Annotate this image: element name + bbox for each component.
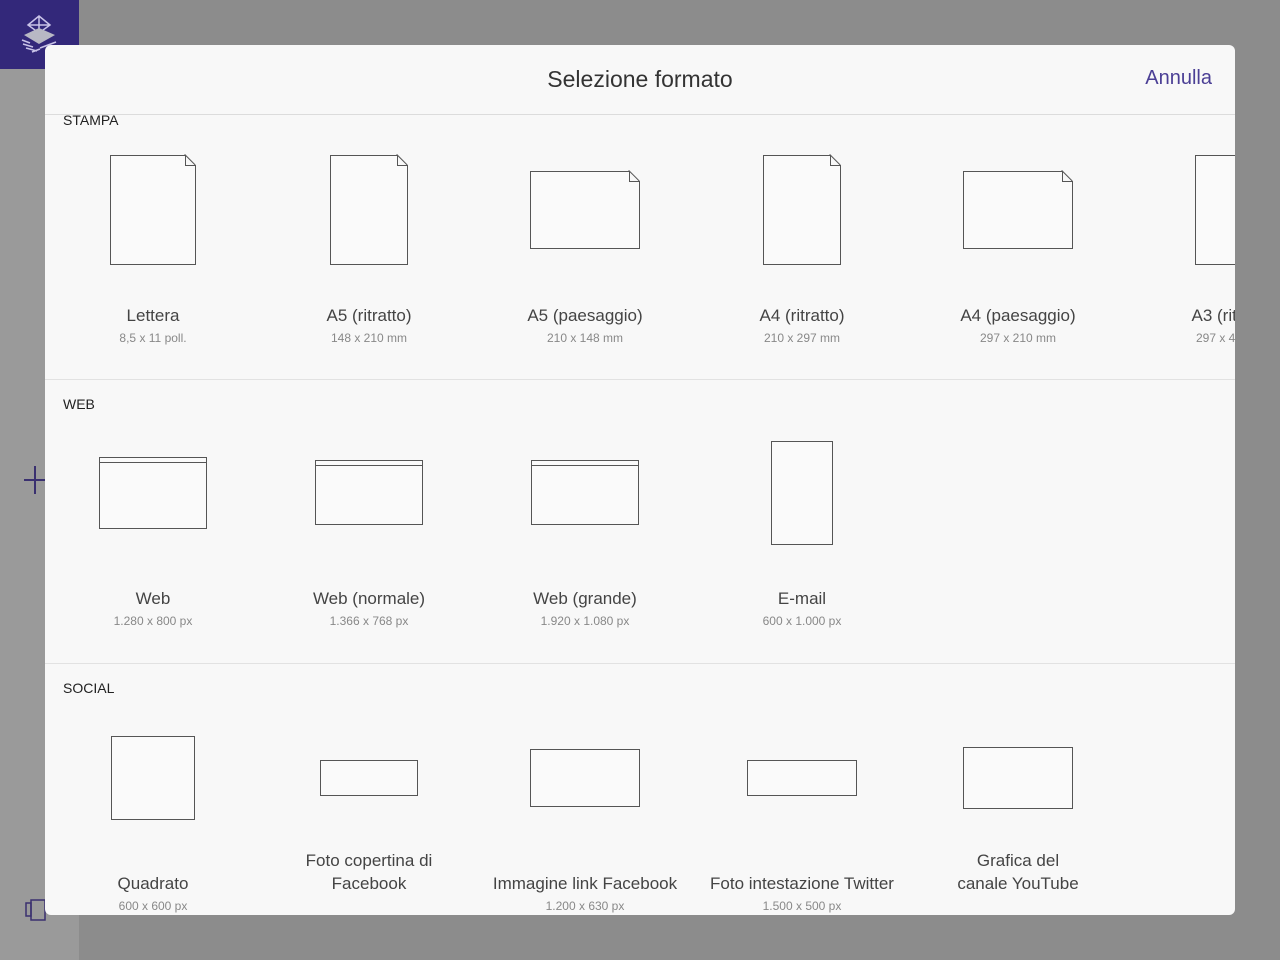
format-size: 600 x 1.000 px [762, 614, 842, 628]
section-web: WEB Web 1.280 x 800 px Web (normale) 1.3… [45, 380, 1235, 664]
format-item[interactable]: Quadrato 600 x 600 px [45, 664, 261, 915]
format-size: 8,5 x 11 poll. [119, 331, 187, 345]
square-icon [111, 736, 195, 820]
landscape-page-icon [530, 171, 640, 249]
format-size: 210 x 148 mm [546, 331, 624, 345]
format-size: 1.280 x 800 px [113, 614, 193, 628]
format-name: Foto copertina di Facebook [305, 851, 433, 893]
dialog-header: Selezione formato Annulla [45, 45, 1235, 115]
format-item[interactable]: A4 (ritratto) 210 x 297 mm [694, 115, 910, 379]
format-item[interactable]: Grafica del canale YouTube [910, 664, 1126, 915]
link-image-icon [530, 749, 640, 807]
channel-art-icon [963, 747, 1073, 809]
format-size: 600 x 600 px [118, 899, 188, 913]
banner-icon [320, 760, 418, 796]
format-size: 297 x 420 mm [1195, 331, 1235, 345]
format-item[interactable]: Foto intestazione Twitter 1.500 x 500 px [694, 664, 910, 915]
browser-window-icon [531, 460, 639, 525]
format-name: A4 (ritratto) [759, 306, 845, 325]
portrait-page-icon [330, 155, 408, 265]
dialog-title: Selezione formato [547, 66, 733, 92]
header-banner-icon [747, 760, 857, 796]
format-selection-dialog: Selezione formato Annulla STAMPA Lettera… [45, 45, 1235, 915]
format-name: A5 (ritratto) [326, 306, 412, 325]
format-name: Immagine link Facebook [492, 874, 678, 893]
landscape-page-icon [963, 171, 1073, 249]
format-name: Web (grande) [533, 589, 637, 608]
format-item[interactable]: Web 1.280 x 800 px [45, 380, 261, 663]
format-item[interactable]: E-mail 600 x 1.000 px [694, 380, 910, 663]
format-size: 1.200 x 630 px [545, 899, 625, 913]
format-name: A3 (ritratto) [1191, 306, 1235, 325]
format-name: A5 (paesaggio) [527, 306, 643, 325]
format-size: 1.366 x 768 px [329, 614, 409, 628]
format-item[interactable]: A5 (paesaggio) 210 x 148 mm [477, 115, 693, 379]
browser-window-icon [99, 457, 207, 529]
format-name: Lettera [126, 306, 180, 325]
format-item[interactable]: Lettera 8,5 x 11 poll. [45, 115, 261, 379]
format-size: 210 x 297 mm [763, 331, 841, 345]
add-icon[interactable] [24, 466, 46, 494]
format-name: E-mail [777, 589, 827, 608]
portrait-page-icon [1195, 155, 1235, 265]
format-item[interactable]: A5 (ritratto) 148 x 210 mm [261, 115, 477, 379]
format-item[interactable]: Web (normale) 1.366 x 768 px [261, 380, 477, 663]
format-name: Web (normale) [312, 589, 426, 608]
section-print: STAMPA Lettera 8,5 x 11 poll. A5 (ritrat… [45, 112, 1235, 380]
format-name: Quadrato [117, 874, 189, 893]
format-item[interactable]: A4 (paesaggio) 297 x 210 mm [910, 115, 1126, 379]
cancel-button[interactable]: Annulla [1145, 67, 1212, 90]
portrait-page-icon [763, 155, 841, 265]
portrait-page-icon [110, 155, 196, 265]
format-name: Foto intestazione Twitter [710, 874, 894, 893]
browser-window-icon [315, 460, 423, 525]
format-name: Grafica del canale YouTube [957, 851, 1079, 893]
format-item[interactable]: Foto copertina di Facebook [261, 664, 477, 915]
section-social: SOCIAL Quadrato 600 x 600 px Foto copert… [45, 664, 1235, 915]
format-item[interactable]: Web (grande) 1.920 x 1.080 px [477, 380, 693, 663]
email-page-icon [771, 441, 833, 545]
format-item[interactable]: Immagine link Facebook 1.200 x 630 px [477, 664, 693, 915]
format-size: 148 x 210 mm [330, 331, 408, 345]
format-name: Web [135, 589, 171, 608]
format-size: 297 x 210 mm [979, 331, 1057, 345]
format-size: 1.920 x 1.080 px [540, 614, 630, 628]
format-name: A4 (paesaggio) [960, 306, 1076, 325]
format-size: 1.500 x 500 px [762, 899, 842, 913]
format-item[interactable]: A3 (ritratto) 297 x 420 mm [1126, 115, 1235, 379]
